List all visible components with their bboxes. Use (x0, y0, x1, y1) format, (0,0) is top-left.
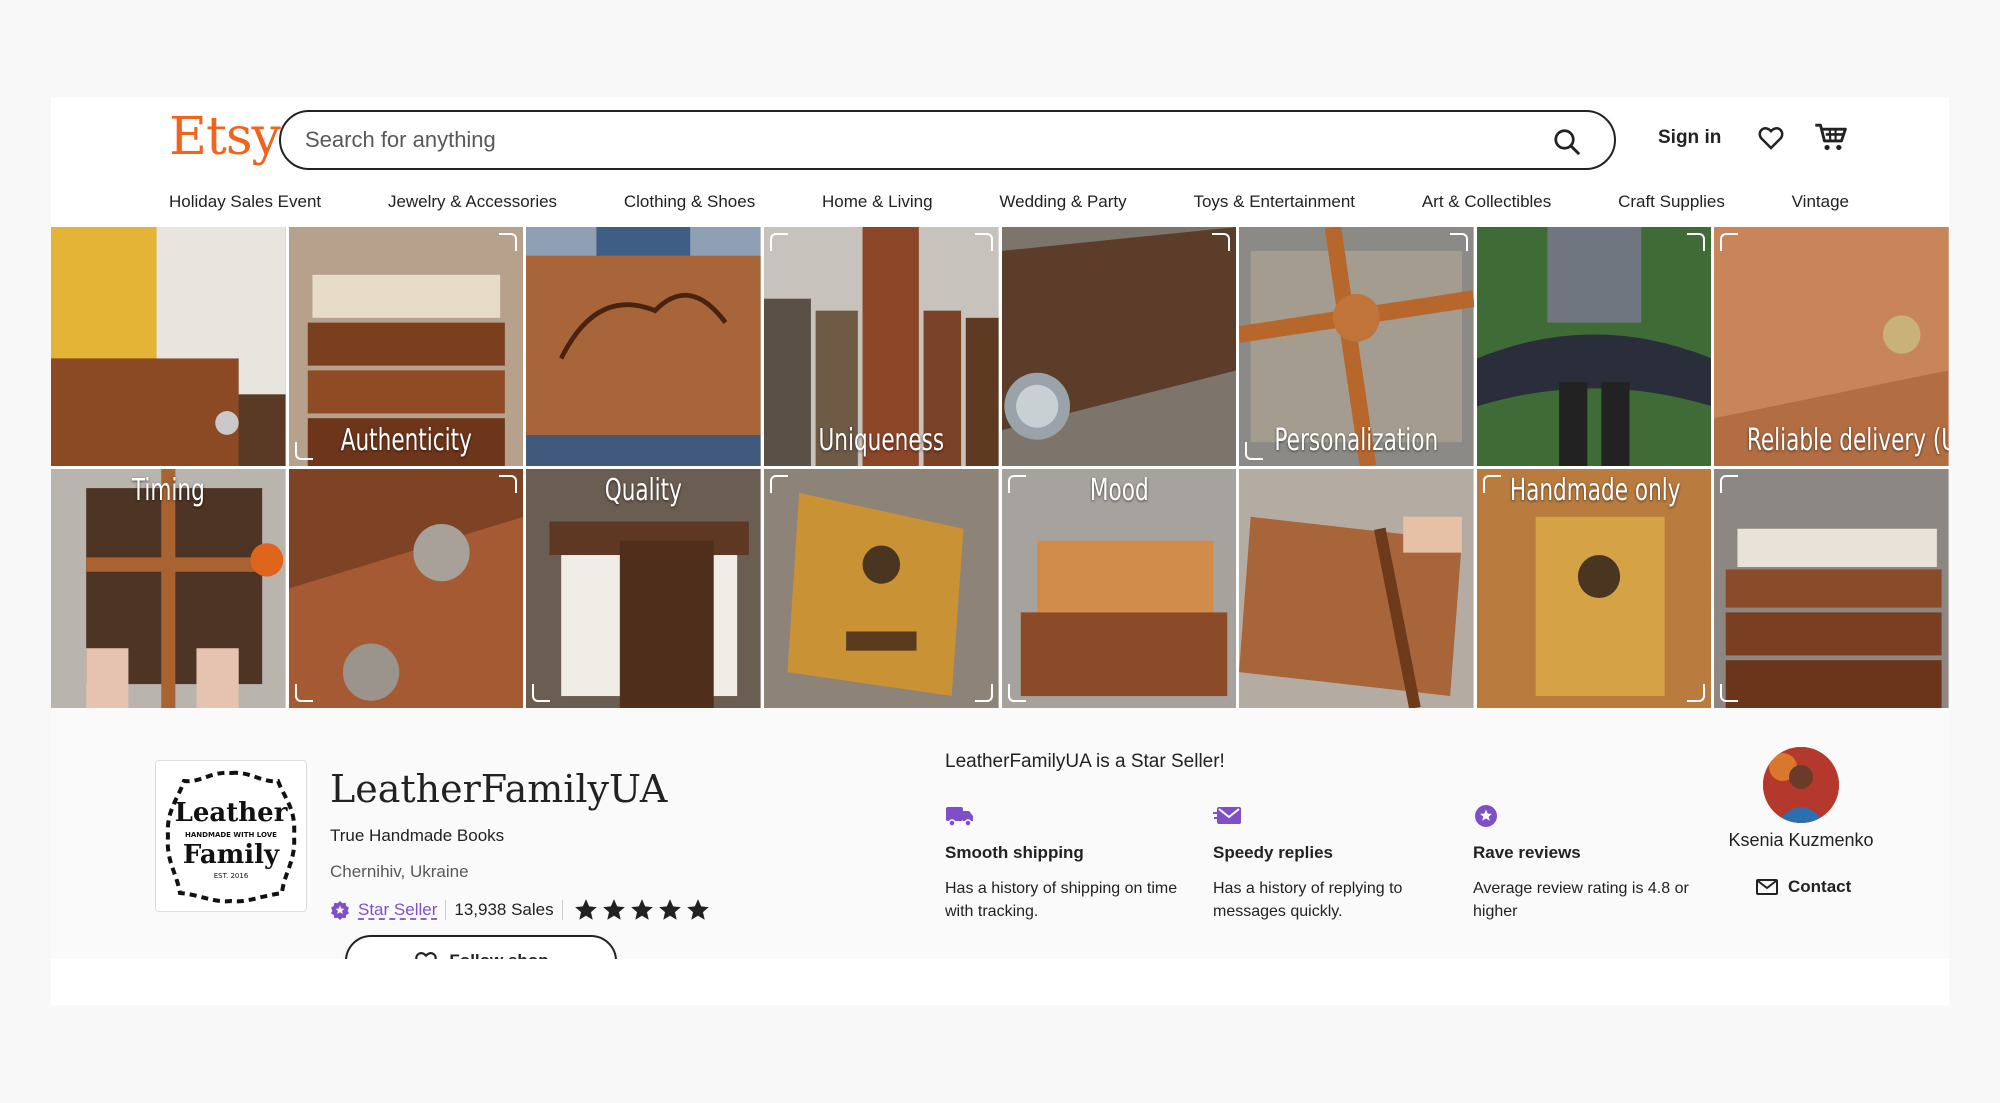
contact-label: Contact (1788, 877, 1852, 896)
banner-tile-mood: Mood (1001, 469, 1237, 708)
page-frame: Etsy Sign in Holiday Sales Event Jewelry… (51, 97, 1949, 1005)
sales-count: 13,938 Sales (454, 900, 554, 919)
star-icon (658, 899, 681, 920)
banner-tile-quality: Quality (526, 469, 761, 708)
banner-tile-timing: Timing (51, 469, 286, 708)
svg-text:Leather: Leather (175, 798, 288, 828)
feature-description: Average review rating is 4.8 or higher (1473, 880, 1689, 920)
star-icon (602, 899, 625, 920)
nav-art-collectibles[interactable]: Art & Collectibles (1422, 192, 1551, 216)
shop-banner: Authenticity Uniqueness Personalization … (51, 227, 1949, 708)
banner-word: Authenticity (340, 423, 472, 458)
cart-icon[interactable] (1814, 121, 1848, 153)
truck-icon (946, 807, 973, 827)
divider (561, 900, 563, 920)
banner-tile-handmade-only: Handmade only (1476, 469, 1712, 708)
search-icon[interactable] (1552, 127, 1582, 157)
banner-word: Personalization (1274, 423, 1439, 458)
star-seller-link[interactable]: Star Seller (358, 900, 437, 920)
star-seller-heading: LeatherFamilyUA is a Star Seller! (945, 751, 1225, 772)
banner-tile-clasp (288, 469, 524, 708)
banner-tile-album (1476, 227, 1712, 466)
star-seller-badge-icon (331, 901, 349, 920)
mail-icon (1756, 879, 1778, 895)
rating-stars[interactable] (573, 897, 711, 923)
feature-title: Smooth shipping (945, 843, 1084, 862)
banner-tile-reliable-delivery: Reliable delivery (UP (1714, 227, 1949, 466)
category-nav: Holiday Sales Event Jewelry & Accessorie… (169, 192, 1849, 216)
banner-word: Mood (1089, 473, 1149, 508)
star-badge-icon (1475, 805, 1497, 827)
star-icon (574, 899, 597, 920)
shop-stats: Star Seller 13,938 Sales (330, 897, 711, 923)
star-icon (686, 899, 709, 920)
bottom-bar (51, 959, 1949, 1005)
feature-description: Has a history of shipping on time with t… (945, 880, 1178, 920)
feature-speedy-replies: Speedy replies Has a history of replying… (1213, 804, 1453, 923)
divider (445, 900, 447, 920)
shop-logo[interactable]: Leather HANDMADE WITH LOVE Family EST. 2… (155, 760, 307, 912)
shop-tagline: True Handmade Books (330, 826, 505, 845)
shop-location: Chernihiv, Ukraine (330, 862, 469, 881)
shop-name: LeatherFamilyUA (330, 767, 668, 811)
nav-holiday-sales-event[interactable]: Holiday Sales Event (169, 192, 321, 216)
svg-text:Family: Family (183, 840, 280, 870)
banner-tile-spine (1239, 469, 1474, 708)
owner-name[interactable]: Ksenia Kuzmenko (1726, 830, 1876, 851)
banner-tile-lefever-family (526, 227, 761, 466)
message-icon (1213, 807, 1241, 824)
banner-word: Handmade only (1509, 473, 1681, 508)
feature-smooth-shipping: Smooth shipping Has a history of shippin… (945, 804, 1185, 923)
banner-tile-recipes (51, 227, 286, 466)
avatar[interactable] (1763, 747, 1839, 823)
contact-button[interactable]: Contact (1756, 877, 1851, 897)
banner-word: Quality (604, 473, 683, 508)
nav-vintage[interactable]: Vintage (1792, 192, 1849, 216)
sign-in-link[interactable]: Sign in (1658, 127, 1721, 149)
etsy-logo[interactable]: Etsy (169, 107, 281, 167)
banner-tile-compass (1001, 227, 1237, 466)
banner-word: Uniqueness (818, 423, 945, 458)
nav-clothing-shoes[interactable]: Clothing & Shoes (624, 192, 755, 216)
banner-word: Reliable delivery (UP (1747, 423, 1949, 458)
search-bar (279, 110, 1616, 170)
site-header: Etsy Sign in Holiday Sales Event Jewelry… (51, 97, 1949, 227)
banner-tile-uniqueness: Uniqueness (763, 227, 999, 466)
svg-text:EST. 2016: EST. 2016 (214, 872, 249, 880)
nav-toys-entertainment[interactable]: Toys & Entertainment (1193, 192, 1355, 216)
svg-text:HANDMADE WITH LOVE: HANDMADE WITH LOVE (185, 831, 277, 839)
nav-wedding-party[interactable]: Wedding & Party (999, 192, 1126, 216)
nav-home-living[interactable]: Home & Living (822, 192, 933, 216)
feature-title: Speedy replies (1213, 843, 1334, 862)
feature-description: Has a history of replying to messages qu… (1213, 880, 1403, 920)
banner-tile-adventure (763, 469, 999, 708)
star-icon (630, 899, 653, 920)
heart-icon[interactable] (1756, 123, 1786, 153)
banner-tile-personalization: Personalization (1239, 227, 1474, 466)
banner-tile-authenticity: Authenticity (288, 227, 524, 466)
banner-tile-stack (1714, 469, 1949, 708)
feature-rave-reviews: Rave reviews Average review rating is 4.… (1473, 804, 1713, 923)
feature-title: Rave reviews (1473, 843, 1581, 862)
search-input[interactable] (305, 124, 1525, 156)
banner-word: Timing (131, 473, 205, 508)
nav-jewelry-accessories[interactable]: Jewelry & Accessories (388, 192, 557, 216)
nav-craft-supplies[interactable]: Craft Supplies (1618, 192, 1725, 216)
